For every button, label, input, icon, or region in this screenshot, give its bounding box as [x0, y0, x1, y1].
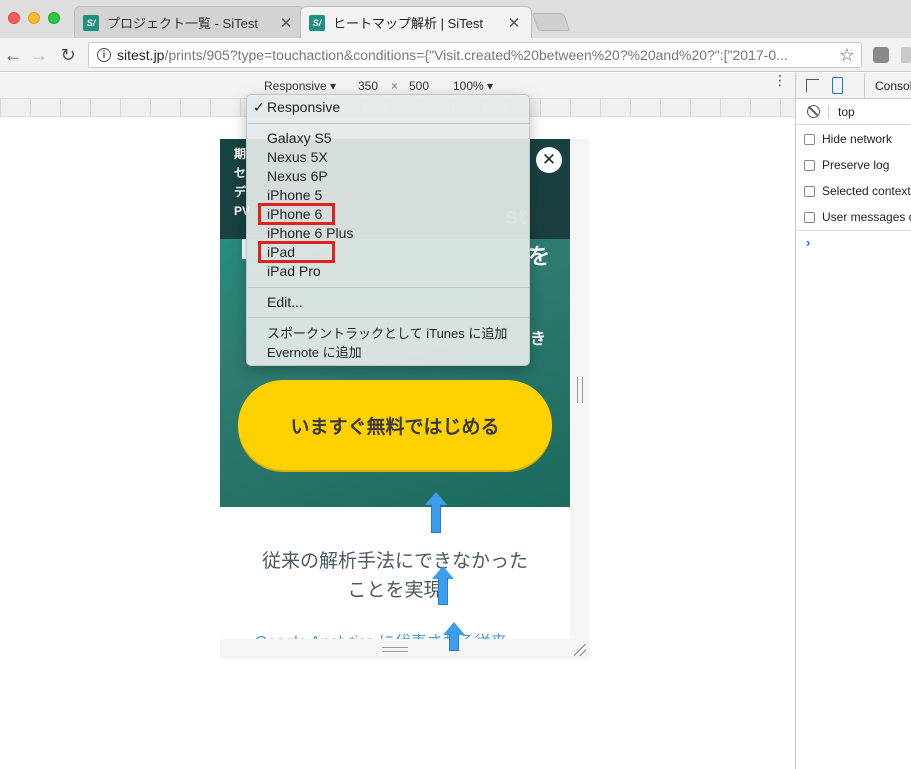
tab-close-icon[interactable]: ✕	[507, 14, 521, 32]
width-input[interactable]: 350	[358, 79, 378, 93]
option-hide-network[interactable]: Hide network	[804, 132, 892, 146]
inspect-element-icon[interactable]	[806, 79, 819, 92]
device-dropdown-menu: ✓ Responsive Galaxy S5 Nexus 5X Nexus 6P…	[246, 94, 530, 366]
url-host: sitest.jp	[117, 47, 165, 63]
check-icon: ✓	[253, 99, 265, 115]
tab-close-icon[interactable]: ✕	[279, 14, 293, 32]
url-path: /prints/905?type=touchaction&conditions=…	[164, 47, 788, 63]
menu-separator	[248, 317, 530, 318]
tab-heatmap[interactable]: S/ ヒートマップ解析 | SiTest ✕	[300, 6, 532, 38]
extension-icon[interactable]	[901, 47, 911, 63]
device-toggle-icon[interactable]	[832, 77, 843, 94]
sitest-favicon-icon: S/	[309, 14, 325, 31]
checkbox[interactable]	[804, 159, 815, 171]
context-select[interactable]: top	[838, 105, 855, 119]
browser-toolbar: ← → ↻ i sitest.jp/prints/905?type=toucha…	[0, 38, 911, 72]
checkbox[interactable]	[804, 211, 815, 223]
menu-separator	[248, 287, 530, 288]
tab-title: プロジェクト一覧 - SiTest	[107, 16, 258, 31]
dimension-separator: ×	[391, 79, 399, 93]
menu-item-edit[interactable]: Edit...	[267, 293, 303, 312]
hero-text-fragment: き	[530, 331, 547, 348]
device-select[interactable]: Responsive ▾	[264, 79, 336, 93]
toolbar-divider	[828, 105, 829, 119]
more-options-icon[interactable]: ⋮	[773, 73, 787, 87]
new-tab-button[interactable]	[531, 13, 571, 31]
devtools-toolbar: Console	[796, 73, 911, 99]
resize-handle-corner[interactable]	[574, 644, 586, 656]
devtools-panel: Console top Hide network Preserve log Se…	[795, 73, 911, 769]
resize-handle-bottom[interactable]	[382, 647, 408, 652]
tab-project-list[interactable]: S/ プロジェクト一覧 - SiTest ✕	[74, 6, 304, 38]
menu-item-nexus-5x[interactable]: Nexus 5X	[267, 148, 328, 167]
height-input[interactable]: 500	[409, 79, 429, 93]
checkbox[interactable]	[804, 133, 815, 145]
zoom-select[interactable]: 100% ▾	[453, 79, 493, 93]
console-prompt-icon[interactable]: ›	[806, 235, 810, 250]
body-link[interactable]: Google Analytics に代表される従来	[255, 628, 507, 639]
maximize-window-button[interactable]	[48, 12, 60, 24]
section-heading: 従来の解析手法にできなかった ことを実現	[261, 551, 528, 601]
info-icon[interactable]: i	[97, 48, 111, 62]
tab-title: ヒートマップ解析 | SiTest	[333, 16, 484, 31]
tab-console[interactable]: Console	[864, 73, 911, 99]
sitest-favicon-icon: S/	[83, 14, 99, 31]
clear-console-icon[interactable]	[807, 105, 820, 118]
minimize-window-button[interactable]	[28, 12, 40, 24]
close-window-button[interactable]	[8, 12, 20, 24]
highlight-box-iphone-6	[258, 203, 335, 225]
close-overlay-icon[interactable]: ✕	[536, 147, 562, 173]
menu-separator	[248, 123, 530, 124]
menu-item-galaxy-s5[interactable]: Galaxy S5	[267, 129, 332, 148]
option-selected-context[interactable]: Selected context only	[804, 184, 911, 198]
address-bar[interactable]: i sitest.jp/prints/905?type=touchaction&…	[88, 42, 862, 68]
menu-item-add-itunes[interactable]: スポークントラックとして iTunes に追加	[267, 324, 507, 343]
highlight-box-ipad	[258, 241, 335, 263]
tab-strip: S/ プロジェクト一覧 - SiTest ✕ S/ ヒートマップ解析 | SiT…	[0, 0, 911, 38]
menu-item-responsive[interactable]: Responsive	[267, 98, 340, 117]
cta-button[interactable]: いますぐ無料ではじめる	[238, 380, 552, 470]
bookmark-star-icon[interactable]: ☆	[839, 45, 855, 66]
console-filter-bar: top	[796, 99, 911, 125]
reload-icon[interactable]: ↻	[57, 44, 79, 66]
menu-item-ipad-pro[interactable]: iPad Pro	[267, 262, 321, 281]
divider	[796, 230, 911, 231]
resize-handle-right[interactable]	[577, 377, 583, 403]
option-user-messages[interactable]: User messages only	[804, 210, 911, 224]
option-preserve-log[interactable]: Preserve log	[804, 158, 889, 172]
extension-icon[interactable]	[873, 47, 889, 63]
forward-arrow-icon[interactable]: →	[28, 44, 50, 66]
hero-heading-fragment: を	[528, 244, 551, 269]
checkbox[interactable]	[804, 185, 815, 197]
menu-item-nexus-6p[interactable]: Nexus 6P	[267, 167, 328, 186]
menu-item-add-evernote[interactable]: Evernote に追加	[267, 343, 362, 362]
back-arrow-icon[interactable]: ←	[2, 44, 24, 66]
